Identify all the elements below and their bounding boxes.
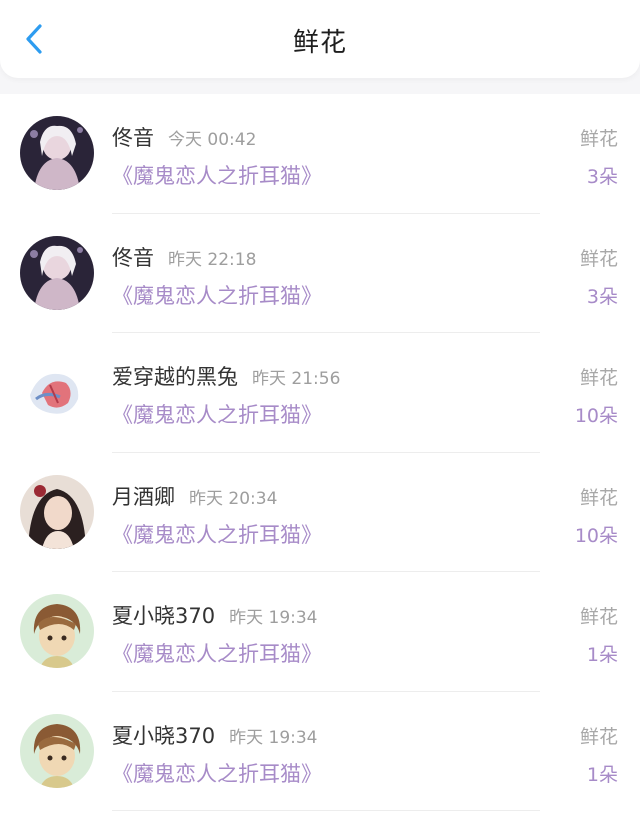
gift-type: 鲜花 [579, 725, 618, 748]
timestamp: 今天 00:42 [168, 130, 257, 150]
user-name[interactable]: 夏小晓370 [112, 604, 215, 628]
book-title[interactable]: 《魔鬼恋人之折耳猫》 [112, 280, 322, 310]
user-name[interactable]: 月酒卿 [112, 485, 175, 509]
gift-type: 鲜花 [579, 367, 618, 389]
nav-header: 鲜花 [0, 0, 640, 78]
flower-record-list: 佟音 今天 00:42 《魔鬼恋人之折耳猫》 鲜花 3朵 佟音 昨天 22:18 《… [0, 94, 640, 822]
user-name-row: 佟音 今天 00:42 [112, 122, 256, 152]
avatar[interactable] [20, 713, 94, 788]
avatar[interactable] [20, 235, 94, 310]
timestamp: 昨天 19:34 [229, 608, 318, 628]
list-item[interactable]: 佟音 今天 00:42 《魔鬼恋人之折耳猫》 鲜花 3朵 [0, 94, 640, 214]
list-item[interactable]: 月酒卿 昨天 20:34 《魔鬼恋人之折耳猫》 鲜花 10朵 [0, 453, 640, 572]
book-title[interactable]: 《魔鬼恋人之折耳猫》 [112, 399, 322, 429]
timestamp: 昨天 19:34 [229, 727, 318, 748]
gift-type: 鲜花 [579, 128, 618, 150]
list-item[interactable]: 夏小晓370 昨天 19:34 《魔鬼恋人之折耳猫》 鲜花 1朵 [0, 692, 640, 811]
user-name[interactable]: 夏小晓370 [112, 724, 215, 748]
book-title[interactable]: 《魔鬼恋人之折耳猫》 [112, 160, 322, 190]
list-item[interactable]: 爱穿越的黑兔 昨天 21:56 《魔鬼恋人之折耳猫》 鲜花 10朵 [0, 333, 640, 453]
avatar[interactable] [20, 116, 94, 190]
list-item[interactable]: 夏小晓370 昨天 19:34 《魔鬼恋人之折耳猫》 鲜花 1朵 [0, 572, 640, 692]
avatar[interactable] [20, 355, 94, 429]
user-name-row: 月酒卿 昨天 20:34 [112, 481, 277, 511]
book-title[interactable]: 《魔鬼恋人之折耳猫》 [112, 758, 322, 788]
gift-type: 鲜花 [579, 247, 618, 270]
gift-count: 3朵 [586, 285, 618, 308]
list-item[interactable]: 佟音 昨天 22:18 《魔鬼恋人之折耳猫》 鲜花 3朵 [0, 214, 640, 333]
user-name[interactable]: 佟音 [112, 246, 154, 270]
user-name-row: 夏小晓370 昨天 19:34 [112, 600, 318, 630]
user-name[interactable]: 佟音 [112, 126, 154, 150]
user-name-row: 夏小晓370 昨天 19:34 [112, 720, 318, 750]
timestamp: 昨天 21:56 [252, 369, 341, 389]
user-name-row: 佟音 昨天 22:18 [112, 242, 256, 272]
gift-count: 1朵 [586, 763, 618, 786]
book-title[interactable]: 《魔鬼恋人之折耳猫》 [112, 519, 322, 549]
avatar[interactable] [20, 594, 94, 668]
avatar[interactable] [20, 474, 94, 549]
gift-count: 10朵 [574, 405, 618, 427]
user-name-row: 爱穿越的黑兔 昨天 21:56 [112, 361, 340, 391]
gift-count: 1朵 [586, 644, 618, 666]
user-name[interactable]: 爱穿越的黑兔 [112, 365, 238, 389]
book-title[interactable]: 《魔鬼恋人之折耳猫》 [112, 638, 322, 668]
gift-count: 10朵 [574, 524, 618, 547]
gift-count: 3朵 [586, 166, 618, 188]
divider [112, 810, 540, 811]
gift-type: 鲜花 [579, 486, 618, 509]
page-title: 鲜花 [292, 28, 347, 58]
timestamp: 昨天 22:18 [168, 249, 257, 270]
gift-type: 鲜花 [579, 606, 618, 628]
timestamp: 昨天 20:34 [189, 488, 278, 509]
